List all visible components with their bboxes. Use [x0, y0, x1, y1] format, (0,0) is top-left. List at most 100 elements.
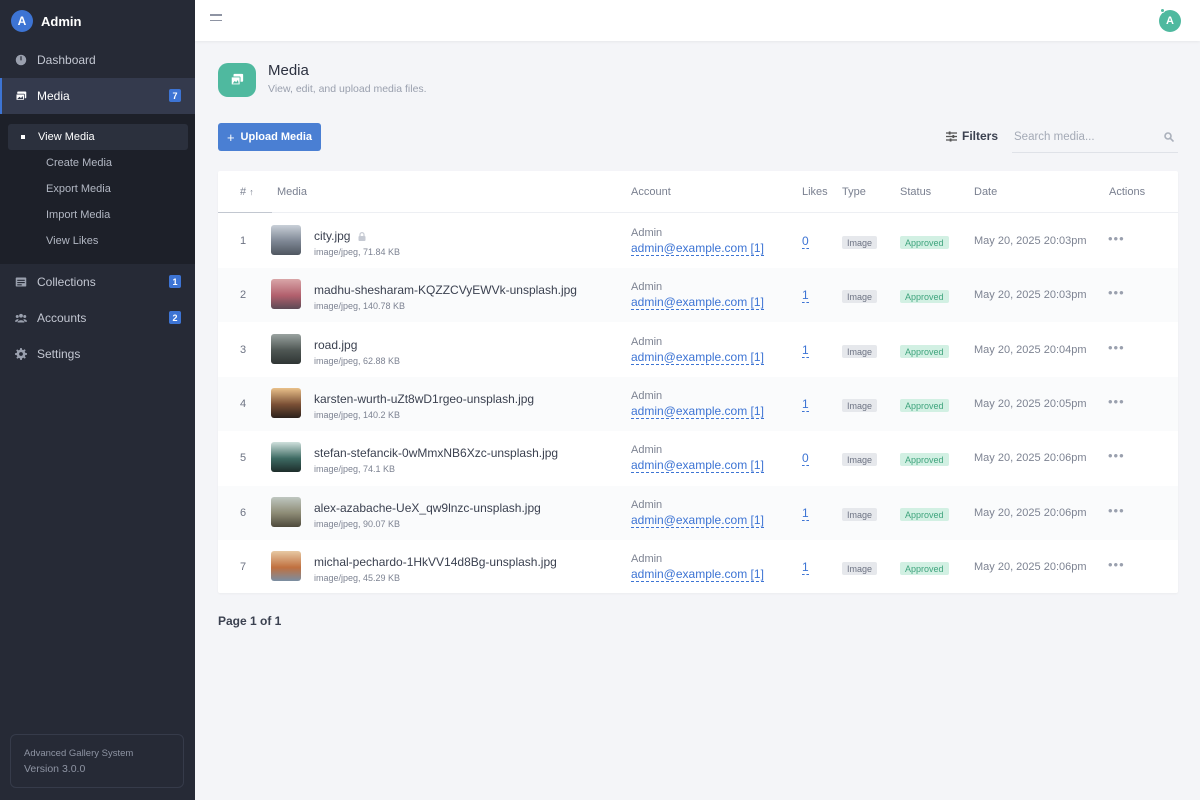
likes-count-link[interactable]: 1 [802, 397, 809, 412]
account-email-link[interactable]: admin@example.com [1] [631, 513, 764, 528]
media-icon [218, 63, 256, 97]
sidebar-item-dashboard[interactable]: Dashboard [0, 42, 195, 78]
account-email-link[interactable]: admin@example.com [1] [631, 350, 764, 365]
filters-button[interactable]: Filters [946, 129, 998, 143]
account-email-link[interactable]: admin@example.com [1] [631, 295, 764, 310]
status-badge: Approved [900, 508, 949, 521]
upload-media-button[interactable]: + Upload Media [218, 123, 321, 151]
table-row[interactable]: 5 stefan-stefancik-0wMmxNB6Xzc-unsplash.j… [218, 431, 1178, 485]
subnav-create-media[interactable]: Create Media [8, 150, 188, 176]
type-badge: Image [842, 508, 878, 521]
subnav-view-likes[interactable]: View Likes [8, 228, 188, 254]
upload-date: May 20, 2025 20:05pm [974, 398, 1087, 410]
user-avatar[interactable]: A [1159, 10, 1181, 32]
subnav-export-media[interactable]: Export Media [8, 176, 188, 202]
table-row[interactable]: 3 road.jpg image/jpeg, 62.88 KB Admin admin@… [218, 323, 1178, 377]
table-row[interactable]: 4 karsten-wurth-uZt8wD1rgeo-unsplash.jpg i… [218, 377, 1178, 431]
type-badge: Image [842, 236, 878, 249]
app-version: Version 3.0.0 [24, 763, 86, 775]
sidebar-item-media[interactable]: Media 7 [0, 78, 195, 114]
account-email-link[interactable]: admin@example.com [1] [631, 458, 764, 473]
media-filetype-size: image/jpeg, 45.29 KB [314, 573, 401, 583]
account-name: Admin [631, 227, 663, 239]
column-header-status[interactable]: Status [900, 186, 931, 198]
account-name: Admin [631, 281, 663, 293]
media-filename[interactable]: madhu-shesharam-KQZZCVyEWVk-unsplash.jpg [314, 283, 577, 297]
media-thumbnail[interactable] [271, 279, 301, 309]
upload-date: May 20, 2025 20:04pm [974, 344, 1087, 356]
table-row[interactable]: 2 madhu-shesharam-KQZZCVyEWVk-unsplash.jp… [218, 268, 1178, 322]
media-thumbnail[interactable] [271, 334, 301, 364]
column-header-type[interactable]: Type [842, 186, 866, 198]
account-name: Admin [631, 390, 663, 402]
column-header-account[interactable]: Account [631, 186, 671, 198]
table-row[interactable]: 1 city.jpg image/jpeg, 71.84 KB Admin admin@… [218, 214, 1178, 268]
more-actions-icon[interactable]: ••• [1108, 394, 1125, 409]
more-actions-icon[interactable]: ••• [1108, 340, 1125, 355]
media-filetype-size: image/jpeg, 74.1 KB [314, 464, 396, 474]
media-thumbnail[interactable] [271, 388, 301, 418]
media-thumbnail[interactable] [271, 551, 301, 581]
media-filename-text: karsten-wurth-uZt8wD1rgeo-unsplash.jpg [314, 392, 535, 406]
media-filetype-size: image/jpeg, 140.78 KB [314, 301, 406, 311]
account-email-link[interactable]: admin@example.com [1] [631, 404, 764, 419]
media-filename-text: road.jpg [314, 338, 358, 352]
upload-date: May 20, 2025 20:06pm [974, 452, 1087, 464]
more-actions-icon[interactable]: ••• [1108, 448, 1125, 463]
menu-toggle-icon[interactable] [210, 14, 222, 26]
column-header-likes[interactable]: Likes [802, 186, 828, 198]
likes-count-link[interactable]: 1 [802, 506, 809, 521]
media-filename[interactable]: stefan-stefancik-0wMmxNB6Xzc-unsplash.jp… [314, 446, 558, 460]
pagination-label: Page 1 of 1 [218, 614, 282, 628]
sidebar-item-label: Collections [37, 275, 96, 289]
topbar: A [195, 0, 1200, 41]
media-filename[interactable]: karsten-wurth-uZt8wD1rgeo-unsplash.jpg [314, 392, 534, 406]
table-row[interactable]: 6 alex-azabache-UeX_qw9lnzc-unsplash.jpg i… [218, 486, 1178, 540]
subnav-view-media[interactable]: View Media [8, 124, 188, 150]
media-filename[interactable]: alex-azabache-UeX_qw9lnzc-unsplash.jpg [314, 501, 541, 515]
media-filename[interactable]: road.jpg [314, 338, 357, 352]
row-number: 6 [240, 507, 247, 519]
media-thumbnail[interactable] [271, 497, 301, 527]
more-actions-icon[interactable]: ••• [1108, 285, 1125, 300]
accounts-icon [15, 312, 27, 324]
account-name: Admin [631, 336, 663, 348]
media-filename[interactable]: city.jpg [314, 229, 366, 243]
media-filename[interactable]: michal-pechardo-1HkVV14d8Bg-unsplash.jpg [314, 555, 557, 569]
more-actions-icon[interactable]: ••• [1108, 557, 1125, 572]
subnav-import-media[interactable]: Import Media [8, 202, 188, 228]
account-name: Admin [631, 499, 663, 511]
sort-arrow-icon: ↑ [249, 187, 254, 197]
collections-icon [15, 276, 27, 288]
likes-count-link[interactable]: 1 [802, 288, 809, 303]
app-info-card: Advanced Gallery System Version 3.0.0 [10, 734, 184, 788]
more-actions-icon[interactable]: ••• [1108, 503, 1125, 518]
sidebar-item-settings[interactable]: Settings [0, 336, 195, 372]
upload-date: May 20, 2025 20:03pm [974, 235, 1087, 247]
more-actions-icon[interactable]: ••• [1108, 231, 1125, 246]
media-thumbnail[interactable] [271, 442, 301, 472]
brand[interactable]: A Admin [0, 0, 195, 42]
table-row[interactable]: 7 michal-pechardo-1HkVV14d8Bg-unsplash.jp… [218, 540, 1178, 594]
upload-date: May 20, 2025 20:06pm [974, 561, 1087, 573]
column-header-date[interactable]: Date [974, 186, 997, 198]
page-header: Media View, edit, and upload media files… [218, 62, 427, 97]
search-input[interactable] [1012, 123, 1152, 151]
column-header-media[interactable]: Media [277, 186, 307, 198]
sidebar-item-collections[interactable]: Collections 1 [0, 264, 195, 300]
likes-count-link[interactable]: 0 [802, 234, 809, 249]
account-email-link[interactable]: admin@example.com [1] [631, 567, 764, 582]
likes-count-link[interactable]: 0 [802, 451, 809, 466]
type-badge: Image [842, 453, 878, 466]
account-email-link[interactable]: admin@example.com [1] [631, 241, 764, 256]
likes-count-link[interactable]: 1 [802, 560, 809, 575]
row-number: 4 [240, 398, 247, 410]
media-icon [15, 90, 27, 102]
likes-count-link[interactable]: 1 [802, 343, 809, 358]
search-icon[interactable] [1164, 132, 1174, 142]
media-thumbnail[interactable] [271, 225, 301, 255]
column-header-num[interactable]: # ↑ [240, 186, 254, 198]
row-number: 3 [240, 344, 247, 356]
sidebar-item-accounts[interactable]: Accounts 2 [0, 300, 195, 336]
upload-date: May 20, 2025 20:03pm [974, 289, 1087, 301]
